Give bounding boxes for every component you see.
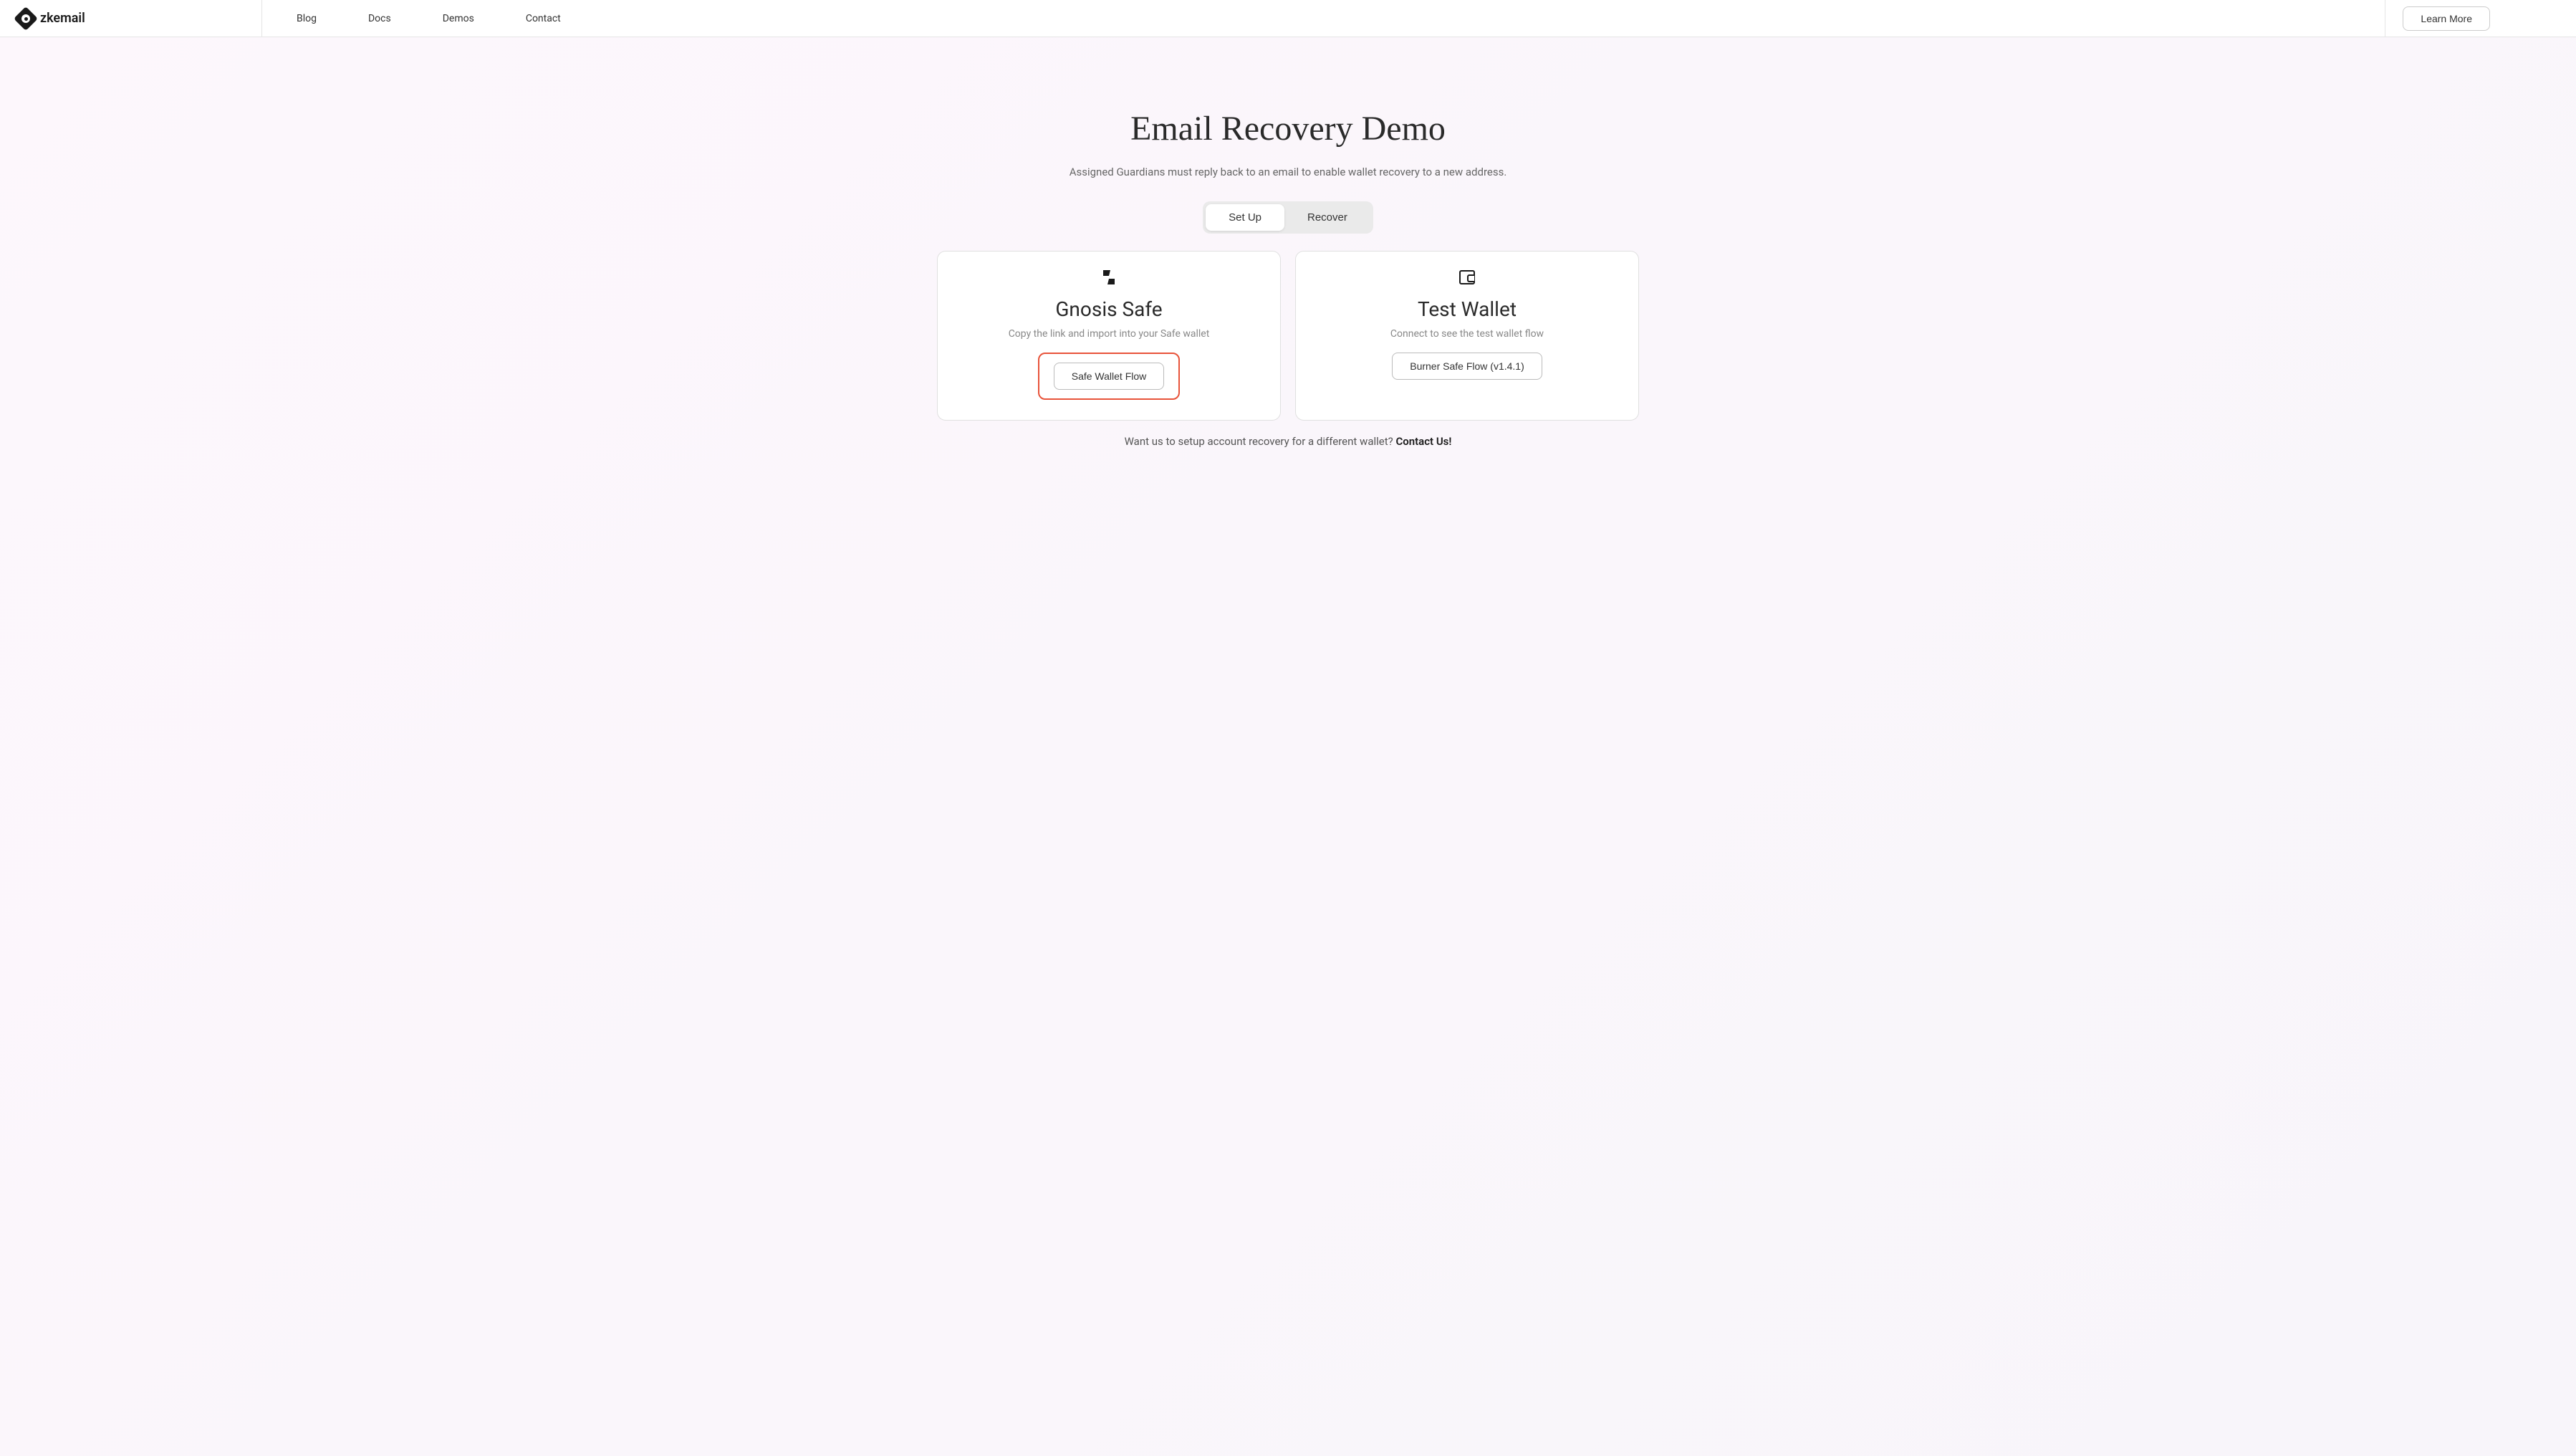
gnosis-safe-card: Gnosis Safe Copy the link and import int… — [937, 251, 1281, 421]
header-right: Learn More — [2385, 6, 2576, 31]
test-wallet-card-description: Connect to see the test wallet flow — [1319, 328, 1615, 340]
learn-more-button[interactable]: Learn More — [2403, 6, 2490, 31]
test-wallet-card: Test Wallet Connect to see the test wall… — [1295, 251, 1639, 421]
nav-contact[interactable]: Contact — [526, 13, 561, 24]
tab-recover[interactable]: Recover — [1284, 204, 1370, 231]
nav-docs[interactable]: Docs — [368, 13, 391, 24]
main-content: Email Recovery Demo Assigned Guardians m… — [0, 37, 2576, 448]
header: zkemail Blog Docs Demos Contact Learn Mo… — [0, 0, 2576, 37]
logo-text: zkemail — [40, 11, 85, 26]
safe-wallet-flow-button[interactable]: Safe Wallet Flow — [1054, 363, 1165, 390]
test-wallet-card-title: Test Wallet — [1319, 297, 1615, 321]
tab-container: Set Up Recover — [1203, 201, 1373, 234]
zkemail-logo-icon — [14, 6, 38, 31]
cards-container: Gnosis Safe Copy the link and import int… — [0, 251, 2576, 421]
footer-text-label: Want us to setup account recovery for a … — [1125, 435, 1396, 448]
tab-setup[interactable]: Set Up — [1206, 204, 1284, 231]
footer-text: Want us to setup account recovery for a … — [0, 435, 2576, 448]
burner-safe-flow-wrapper: Burner Safe Flow (v1.4.1) — [1392, 353, 1542, 380]
wallet-icon — [1458, 269, 1476, 286]
gnosis-safe-icon — [1100, 269, 1118, 286]
page-title: Email Recovery Demo — [0, 109, 2576, 148]
nav-blog[interactable]: Blog — [297, 13, 317, 24]
page-subtitle: Assigned Guardians must reply back to an… — [0, 166, 2576, 178]
logo-section[interactable]: zkemail — [0, 10, 261, 27]
safe-wallet-flow-highlight: Safe Wallet Flow — [1038, 353, 1181, 400]
main-nav: Blog Docs Demos Contact — [261, 0, 2385, 37]
gnosis-card-title: Gnosis Safe — [961, 297, 1257, 321]
burner-safe-flow-button[interactable]: Burner Safe Flow (v1.4.1) — [1392, 353, 1542, 380]
nav-demos[interactable]: Demos — [443, 13, 474, 24]
gnosis-card-description: Copy the link and import into your Safe … — [961, 328, 1257, 340]
contact-us-link[interactable]: Contact Us! — [1395, 435, 1451, 448]
